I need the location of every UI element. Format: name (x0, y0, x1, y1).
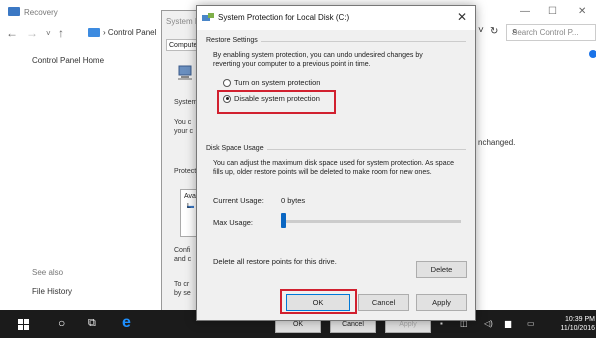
current-usage-label: Current Usage: (213, 196, 264, 205)
configure-fragment: Confi (174, 247, 191, 254)
control-panel-home-link[interactable]: Control Panel Home (32, 56, 104, 65)
turn-on-protection-radio[interactable]: Turn on system protection (223, 78, 320, 87)
search-input[interactable]: Search Control P... ⌕ (506, 24, 596, 41)
dialog-titlebar: System Protection for Local Disk (C:) ✕ (197, 6, 475, 30)
body-text-fragment: nchanged. (478, 138, 516, 147)
history-chevron-icon[interactable]: ˅ (46, 29, 51, 38)
tray-message-icon[interactable]: ▆ (505, 319, 511, 328)
max-usage-slider-thumb[interactable] (281, 213, 286, 228)
to-create-fragment: To cr (174, 281, 190, 288)
delete-button[interactable]: Delete (416, 261, 467, 278)
tray-keyboard-icon[interactable]: ▭ (527, 319, 535, 328)
maximize-icon[interactable]: ☐ (548, 6, 557, 17)
delete-description: Delete all restore points for this drive… (213, 257, 337, 266)
breadcrumb[interactable]: › Control Panel (103, 28, 156, 37)
cortana-icon[interactable]: ○ (58, 316, 65, 330)
taskbar-clock[interactable]: 10:39 PM 11/10/2016 (551, 315, 595, 333)
tray-volume-icon[interactable]: ◁) (484, 319, 493, 328)
cancel-button[interactable]: Cancel (358, 294, 409, 311)
file-history-link[interactable]: File History (32, 287, 72, 296)
current-usage-value: 0 bytes (281, 196, 306, 205)
back-arrow-icon[interactable]: ← (6, 26, 18, 40)
disk-description-line: You can adjust the maximum disk space us… (213, 160, 454, 167)
system-protection-dialog: System Protection for Local Disk (C:) ✕ … (196, 5, 476, 321)
see-also-heading: See also (32, 268, 64, 277)
restore-description-line: reverting your computer to a previous po… (213, 61, 371, 68)
system-fragment: System (174, 99, 198, 106)
you-can-fragment: You c (174, 119, 192, 126)
system-protection-icon (202, 13, 214, 21)
close-icon[interactable]: ✕ (578, 6, 586, 17)
recovery-title: Recovery (24, 8, 58, 17)
task-view-icon[interactable]: ⧉ (88, 317, 96, 330)
and-change-fragment: and c (174, 256, 192, 263)
disable-option-highlight (217, 90, 336, 114)
radio-circle (223, 78, 231, 87)
your-computer-fragment: your c (174, 128, 194, 135)
restore-settings-heading: Restore Settings (206, 37, 261, 44)
restore-description-line: By enabling system protection, you can u… (213, 52, 423, 59)
start-windows-icon[interactable] (18, 319, 29, 330)
computer-icon (178, 65, 192, 80)
forward-arrow-icon[interactable]: → (26, 26, 38, 40)
recovery-folder-icon (8, 7, 20, 16)
up-arrow-icon[interactable]: ↑ (58, 26, 64, 40)
dialog-title: System Protection for Local Disk (C:) (218, 13, 350, 22)
turn-on-protection-label: Turn on system protection (234, 78, 321, 87)
refresh-icon[interactable]: ↻ (490, 26, 498, 37)
ok-button-highlight (280, 289, 357, 314)
max-usage-slider-track[interactable] (281, 220, 461, 223)
clock-date: 11/10/2016 (560, 325, 595, 332)
disk-space-heading: Disk Space Usage (206, 145, 267, 152)
disk-description-line: fills up, older restore points will be d… (213, 169, 432, 176)
protection-fragment: Protecti (174, 168, 198, 175)
search-icon: ⌕ (512, 26, 518, 37)
max-usage-label: Max Usage: (213, 218, 254, 227)
minimize-icon[interactable]: — (520, 6, 530, 17)
disk-description: You can adjust the maximum disk space us… (213, 159, 471, 177)
edge-browser-icon[interactable]: e (122, 314, 131, 332)
apply-button[interactable]: Apply (416, 294, 467, 311)
address-dropdown-icon[interactable]: ˅ (478, 25, 484, 36)
clock-time: 10:39 PM (565, 316, 595, 323)
info-dot-icon (589, 50, 596, 58)
dialog-close-icon[interactable]: ✕ (457, 10, 467, 24)
control-panel-icon (88, 28, 100, 37)
by-selecting-fragment: by se (174, 290, 191, 297)
restore-description: By enabling system protection, you can u… (213, 51, 471, 69)
